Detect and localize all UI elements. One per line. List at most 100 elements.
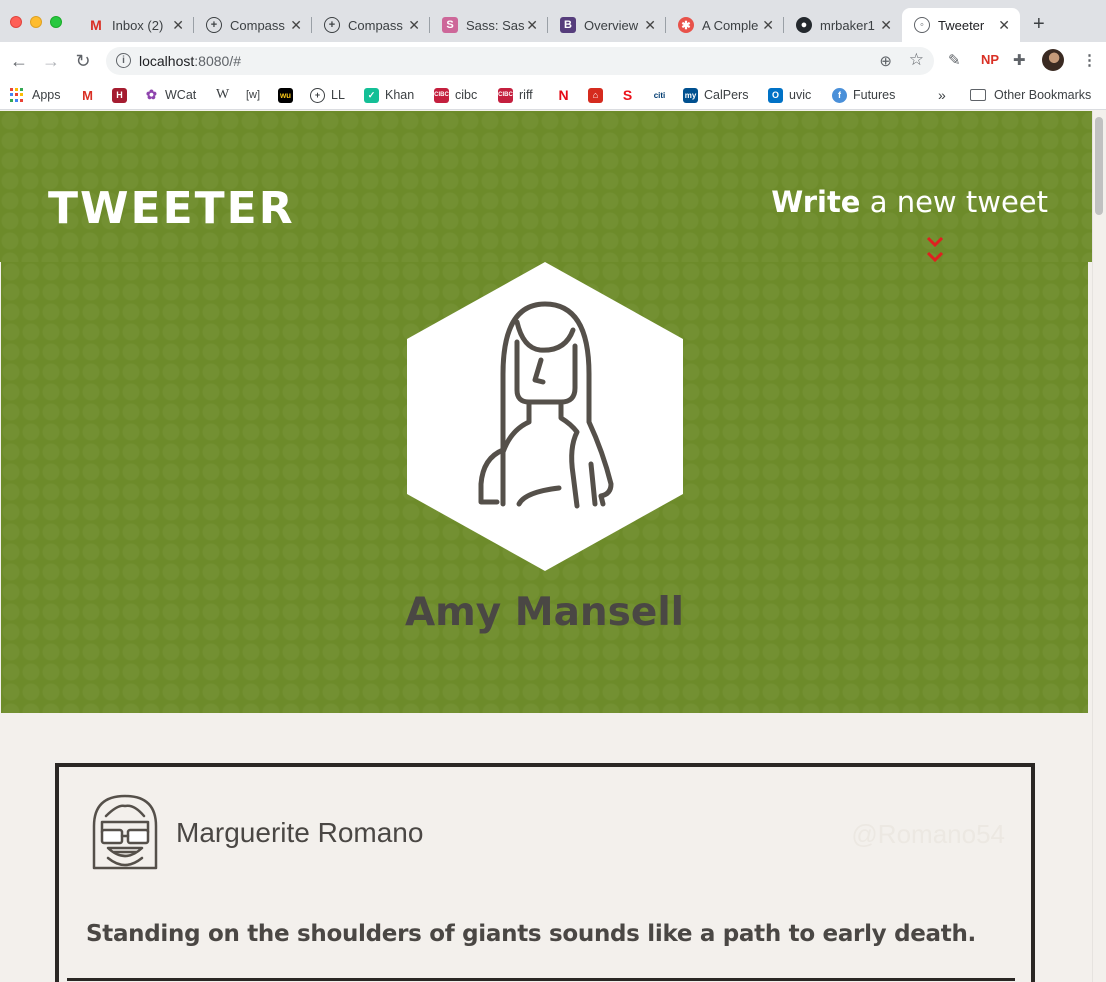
minimize-window-button[interactable]	[30, 16, 42, 28]
bookmark-label: Futures	[853, 88, 896, 102]
bookmark-label: riff	[519, 88, 533, 102]
profile-avatar-hexagon	[407, 262, 683, 571]
bookmark-label: LL	[331, 88, 345, 102]
browser-tab[interactable]: + Compass ✕	[194, 8, 312, 42]
browser-tab-strip: M Inbox (2) ✕ + Compass ✕ + Compass ✕ S …	[0, 0, 1106, 42]
close-tab-icon[interactable]: ✕	[644, 17, 656, 34]
profile-avatar[interactable]	[1042, 49, 1064, 71]
globe-icon: ◦	[914, 17, 930, 33]
close-tab-icon[interactable]: ✕	[762, 17, 774, 34]
bookmark-wu[interactable]: wu	[278, 85, 299, 105]
browser-tab-active[interactable]: ◦ Tweeter ✕	[902, 8, 1020, 42]
reload-icon[interactable]: ↻	[72, 50, 94, 72]
apps-grid-icon	[10, 88, 24, 102]
bookmarks-overflow-button[interactable]: »	[938, 85, 946, 105]
zoom-window-button[interactable]	[50, 16, 62, 28]
write-label-rest: a new tweet	[860, 185, 1048, 219]
bookmark-wiktionary[interactable]: [w]	[246, 85, 260, 105]
bookmark-uvic[interactable]: O uvic	[768, 85, 811, 105]
scotiabank-icon: S	[622, 87, 633, 103]
css-tricks-icon: ✱	[678, 17, 694, 33]
bookmark-scotiabank[interactable]: S	[620, 85, 641, 105]
compass-icon: +	[310, 87, 325, 103]
bookmark-label: Khan	[385, 88, 415, 102]
bookmark-wikipedia[interactable]: W	[216, 85, 229, 105]
bookmark-label: Apps	[32, 88, 61, 102]
wu-icon: wu	[278, 87, 293, 103]
bookmark-label: Other Bookmarks	[994, 88, 1092, 102]
close-tab-icon[interactable]: ✕	[998, 17, 1010, 34]
page-viewport: TWEETER Write a new tweet Amy Mansell Ma…	[0, 111, 1106, 982]
cibc-icon: CIBC	[498, 87, 513, 103]
bookmark-wcat[interactable]: ✿ WCat	[144, 85, 196, 105]
chevron-down-icon[interactable]	[924, 235, 946, 249]
bookmark-khan[interactable]: ✓ Khan	[364, 85, 414, 105]
gmail-icon: M	[90, 17, 102, 33]
bookmark-label: WCat	[165, 88, 197, 102]
bookmark-riff[interactable]: CIBC riff	[498, 85, 533, 105]
np-extension-icon[interactable]: NP	[981, 52, 999, 67]
close-window-button[interactable]	[10, 16, 22, 28]
folder-icon	[970, 89, 986, 101]
close-tab-icon[interactable]: ✕	[172, 17, 184, 34]
new-tab-button[interactable]: +	[1033, 13, 1045, 36]
browser-menu-icon[interactable]: ⋮	[1082, 51, 1097, 69]
bookmark-label: CalPers	[704, 88, 749, 102]
tweet-author-avatar	[92, 794, 158, 870]
bookmark-label: cibc	[455, 88, 478, 102]
browser-toolbar: ← → ↻ i localhost:8080/# ⊕ ☆ ✎ NP ✚ ⋮	[0, 42, 1106, 80]
bookmark-star-icon[interactable]: ☆	[909, 50, 924, 70]
bookmark-apps[interactable]: Apps	[10, 85, 61, 105]
address-bar[interactable]: i localhost:8080/# ⊕ ☆	[106, 47, 934, 75]
site-logo[interactable]: TWEETER	[48, 183, 295, 234]
outlook-icon: O	[768, 87, 783, 103]
tab-title: mrbaker1	[820, 17, 875, 33]
bookmark-calpers[interactable]: my CalPers	[683, 85, 748, 105]
eyedropper-extension-icon[interactable]: ✎	[948, 51, 961, 69]
bookmark-futures[interactable]: f Futures	[832, 85, 895, 105]
bookmark-netflix[interactable]: N	[556, 85, 577, 105]
calpers-icon: my	[683, 87, 698, 103]
write-tweet-link[interactable]: Write a new tweet	[771, 185, 1048, 219]
close-tab-icon[interactable]: ✕	[408, 17, 420, 34]
back-arrow-icon[interactable]: ←	[8, 50, 30, 72]
tab-title: Sass: Sass	[466, 17, 524, 33]
tweet-divider	[67, 978, 1015, 981]
browser-tab[interactable]: + Compass ✕	[312, 8, 430, 42]
wcat-icon: ✿	[146, 87, 157, 102]
browser-tab[interactable]: M Inbox (2) ✕	[76, 8, 194, 42]
extensions-puzzle-icon[interactable]: ✚	[1013, 51, 1026, 69]
profile-section: Amy Mansell	[1, 262, 1088, 713]
page-scrollbar[interactable]	[1092, 111, 1106, 982]
bookmark-citi[interactable]: citi	[652, 85, 673, 105]
bookmark-harvard[interactable]: H	[112, 85, 133, 105]
close-tab-icon[interactable]: ✕	[526, 17, 538, 34]
bookmark-ll[interactable]: + LL	[310, 85, 345, 105]
browser-tab[interactable]: ✱ A Comple ✕	[666, 8, 784, 42]
browser-tab[interactable]: S Sass: Sass ✕	[430, 8, 548, 42]
github-icon: ●	[796, 17, 812, 33]
site-info-icon[interactable]: i	[116, 53, 131, 68]
gmail-icon: M	[82, 87, 93, 103]
bookmark-bank[interactable]: ⌂	[588, 85, 609, 105]
browser-tab[interactable]: B Overview ✕	[548, 8, 666, 42]
harvard-icon: H	[112, 87, 127, 103]
chevron-more-icon: »	[938, 87, 946, 103]
bookmark-other-folder[interactable]: Other Bookmarks	[970, 85, 1091, 105]
forward-arrow-icon[interactable]: →	[40, 50, 62, 72]
url-text[interactable]: localhost:8080/#	[139, 53, 241, 69]
bookmark-gmail[interactable]: M	[80, 85, 101, 105]
profile-name: Amy Mansell	[404, 590, 685, 635]
close-tab-icon[interactable]: ✕	[290, 17, 302, 34]
netflix-icon: N	[558, 87, 569, 103]
bookmark-cibc[interactable]: CIBC cibc	[434, 85, 477, 105]
write-label-bold: Write	[771, 185, 861, 219]
compass-icon: +	[206, 17, 222, 33]
browser-tab[interactable]: ● mrbaker1 ✕	[784, 8, 902, 42]
cibc-icon: CIBC	[434, 87, 449, 103]
scrollbar-thumb[interactable]	[1095, 117, 1103, 215]
close-tab-icon[interactable]: ✕	[880, 17, 892, 34]
zoom-icon[interactable]: ⊕	[879, 52, 892, 70]
tweet-author-name: Marguerite Romano	[176, 817, 424, 848]
tweet-content: Standing on the shoulders of giants soun…	[86, 921, 976, 947]
